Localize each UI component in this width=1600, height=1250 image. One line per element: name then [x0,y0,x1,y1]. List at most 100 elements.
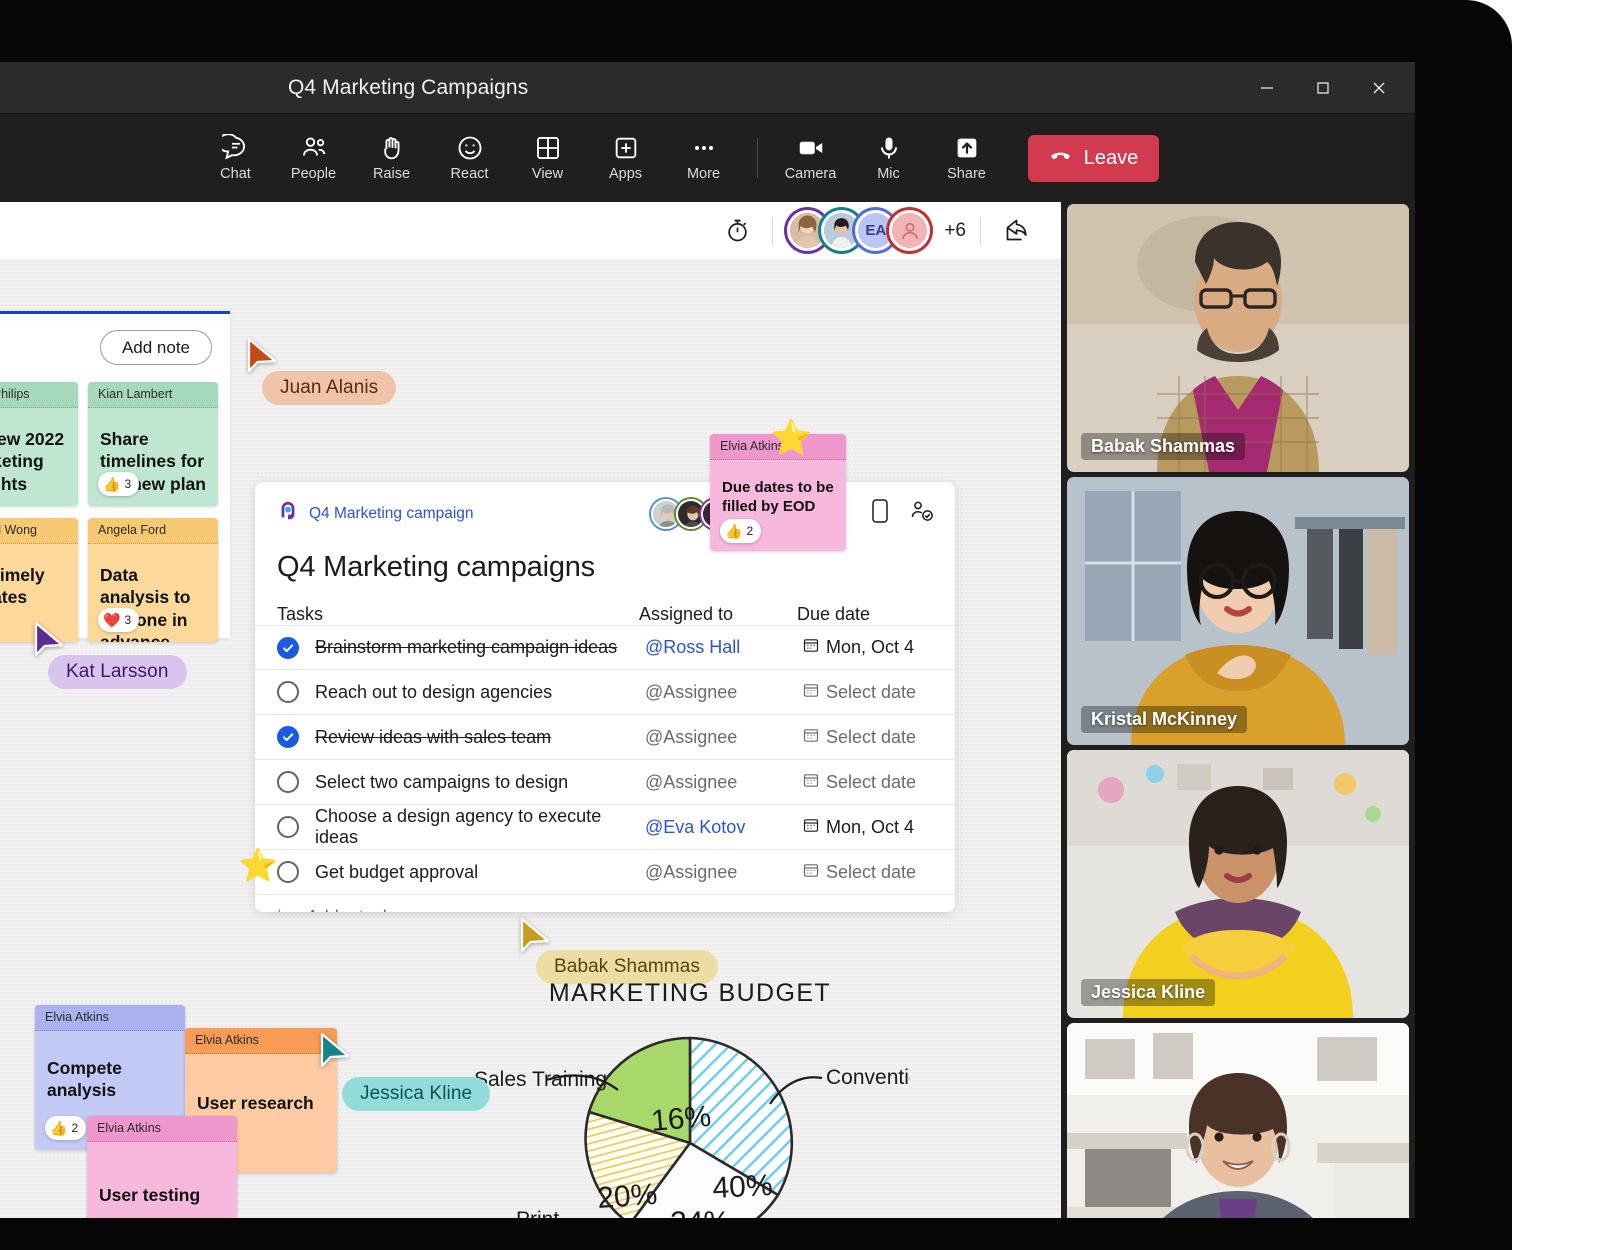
content-area: EA +6 Ad [0,202,1415,1218]
reaction-badge[interactable]: 👍 2 [45,1116,86,1140]
toolbar-camera-label: Camera [785,166,837,182]
video-feed [1067,204,1409,472]
task-row[interactable]: Reach out to design agencies@AssigneeSel… [255,670,955,715]
react-smiley-icon [456,134,484,162]
sticky-text: Due dates to be filled by EOD [710,460,846,516]
whiteboard-canvas[interactable]: Add note Daisy Philips Review 2022 marke… [0,259,1061,1218]
timer-icon[interactable] [716,210,758,252]
sticky-note[interactable]: Angela Ford Data analysis to be done in … [88,518,218,642]
sticky-note-user-testing[interactable]: Elvia Atkins User testing [87,1116,237,1218]
toolbar-mic[interactable]: Mic [850,122,928,194]
shared-whiteboard-stage: EA +6 Ad [0,202,1061,1218]
cursor-name: Jessica Kline [360,1083,472,1105]
sticky-author: Elvia Atkins [87,1116,237,1142]
reaction-count: 2 [71,1121,78,1135]
toolbar-apps[interactable]: Apps [587,122,665,194]
task-card-app-name: Q4 Marketing campaign [309,505,474,523]
toolbar-share[interactable]: Share [928,122,1006,194]
toolbar-raise-label: Raise [373,166,410,182]
teams-app-window: Q4 Marketing Campaigns Chat [0,62,1415,1218]
task-due-label: Select date [826,727,916,748]
toolbar-chat[interactable]: Chat [197,122,275,194]
task-assignee[interactable]: @Assignee [645,682,803,703]
task-due-date[interactable]: Mon, Oct 4 [803,637,914,658]
toolbar-view-label: View [532,166,563,182]
video-tile-babak-shammas[interactable]: Babak Shammas [1067,204,1409,472]
chart-annotation-conventions: Conventions [826,1066,910,1089]
task-row[interactable]: Choose a design agency to execute ideas@… [255,805,955,850]
toolbar-raise[interactable]: Raise [353,122,431,194]
calendar-icon [803,862,819,883]
video-tile-kristal-mckinney[interactable]: Kristal McKinney [1067,477,1409,745]
task-row[interactable]: Review ideas with sales team@Assignee Sel… [255,715,955,760]
task-due-label: Select date [826,682,916,703]
notes-panel: Add note Daisy Philips Review 2022 marke… [0,311,230,638]
toolbar-apps-label: Apps [609,166,642,182]
people-icon [300,134,328,162]
video-tile-jessica-kline[interactable]: Jessica Kline [1067,750,1409,1018]
task-due-label: Mon, Oct 4 [826,637,914,658]
share-board-icon[interactable] [995,210,1037,252]
leave-button[interactable]: Leave [1028,135,1159,182]
task-checkbox-checked[interactable] [277,726,299,748]
task-row[interactable]: Get budget approval@AssigneeSelect date [255,850,955,895]
reaction-badge[interactable]: 👍 2 [720,519,761,543]
task-row[interactable]: Brainstorm marketing campaign ideas@Ross… [255,625,955,670]
avatar-overflow-count[interactable]: +6 [944,220,966,242]
task-assignee[interactable]: @Eva Kotov [645,817,803,838]
assign-people-icon[interactable] [909,499,935,528]
title-bar: Q4 Marketing Campaigns [0,62,1415,114]
heart-icon: ❤️ [103,613,120,627]
sticky-note[interactable]: Daisy Philips Review 2022 marketing insi… [0,382,78,506]
add-task-row[interactable]: | Add a task [255,895,955,912]
task-checkbox[interactable] [277,816,299,838]
mobile-preview-icon[interactable] [869,498,891,529]
task-checkbox[interactable] [277,681,299,703]
reaction-badge[interactable]: ❤️ 3 [98,608,139,632]
toolbar-view[interactable]: View [509,122,587,194]
task-due-date[interactable]: Select date [803,772,916,793]
toolbar-react[interactable]: React [431,122,509,194]
toolbar-divider [772,217,773,245]
reaction-count: 3 [124,477,131,491]
task-card[interactable]: Q4 Marketing campaign [255,482,955,912]
add-note-button[interactable]: Add note [100,330,212,365]
task-assignee[interactable]: @Assignee [645,862,803,883]
toolbar-mic-label: Mic [877,166,900,182]
toolbar-divider [980,217,981,245]
task-due-date[interactable]: Mon, Oct 4 [803,817,914,838]
star-sticker: ⭐ [770,421,812,455]
minimize-button[interactable] [1239,62,1295,114]
task-title: Review ideas with sales team [315,727,645,748]
chart-annotation-print: Print [516,1208,559,1218]
task-due-date[interactable]: Select date [803,862,916,883]
video-feed [1067,477,1409,745]
thumbsup-icon: 👍 [50,1121,67,1135]
task-checkbox[interactable] [277,771,299,793]
task-due-date[interactable]: Select date [803,727,916,748]
toolbar-share-label: Share [947,166,986,182]
close-button[interactable] [1351,62,1407,114]
reaction-badge[interactable]: 👍 3 [98,472,139,496]
microphone-icon [875,134,903,162]
toolbar-people[interactable]: People [275,122,353,194]
avatar-placeholder[interactable] [889,210,930,251]
video-tile-4[interactable] [1067,1023,1409,1218]
planner-icon [277,500,299,527]
task-assignee[interactable]: @Assignee [645,772,803,793]
raise-hand-icon [378,134,406,162]
task-row[interactable]: Select two campaigns to design@AssigneeS… [255,760,955,805]
toolbar-more[interactable]: More [665,122,743,194]
task-checkbox-checked[interactable] [277,637,299,659]
maximize-button[interactable] [1295,62,1351,114]
task-card-header: Q4 Marketing campaign [255,482,955,529]
task-assignee[interactable]: @Ross Hall [645,637,803,658]
toolbar-camera[interactable]: Camera [772,122,850,194]
task-checkbox[interactable] [277,861,299,883]
task-due-date[interactable]: Select date [803,682,916,703]
toolbar-people-label: People [291,166,336,182]
slice-label-conventions: 40% [712,1169,774,1205]
task-assignee[interactable]: @Assignee [645,727,803,748]
sticky-note[interactable]: Kian Lambert Share timelines for the new… [88,382,218,506]
video-feed [1067,750,1409,1018]
